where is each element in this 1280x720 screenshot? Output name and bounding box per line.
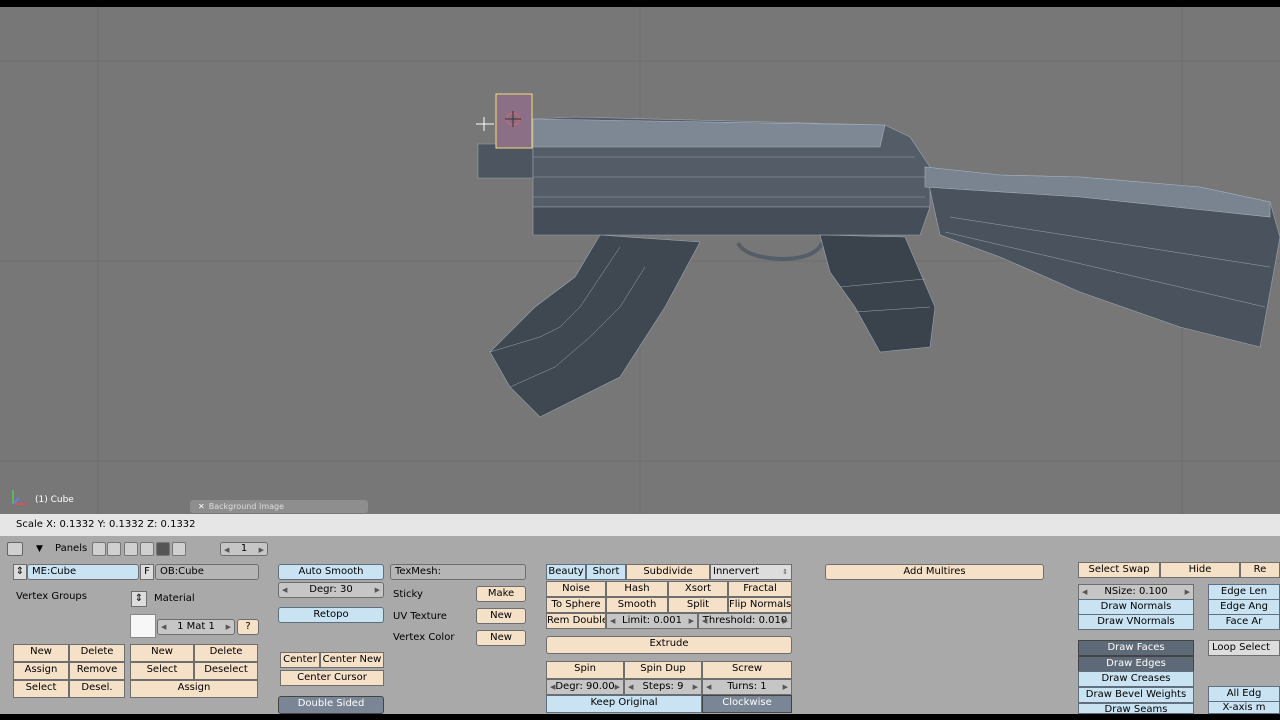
vertex-group-deselect-button[interactable]: Desel. [69,680,125,698]
flip-normals-button[interactable]: Flip Normals [728,597,792,613]
spin-dup-button[interactable]: Spin Dup [624,661,702,679]
object-context-icon[interactable] [140,542,154,556]
draw-faces-toggle[interactable]: Draw Faces [1078,640,1194,656]
center-new-button[interactable]: Center New [320,652,384,668]
mesh-name-field[interactable]: ME:Cube [27,564,139,580]
material-color-swatch[interactable] [130,614,156,638]
uv-texture-label: UV Texture [393,611,447,622]
rem-double-button[interactable]: Rem Double [546,613,606,629]
subdivide-button[interactable]: Subdivide [626,564,710,580]
uv-texture-new-button[interactable]: New [476,608,526,624]
auto-smooth-toggle[interactable]: Auto Smooth [278,564,384,580]
window-type-menu-icon[interactable] [7,542,23,556]
retopo-toggle[interactable]: Retopo [278,607,384,623]
auto-smooth-degree-field[interactable]: ◀ Degr: 30 ▶ [278,582,384,598]
material-help-button[interactable]: ? [237,619,259,635]
vertex-color-label: Vertex Color [393,632,455,643]
background-image-label: Background Image [208,502,285,511]
vertex-group-assign-button[interactable]: Assign [13,662,69,680]
fake-user-button[interactable]: F [140,564,154,580]
rifle-mesh[interactable] [0,7,1280,514]
3d-viewport[interactable]: (1) Cube ✕ Background Image [0,7,1280,514]
material-index-field[interactable]: ◀ 1 Mat 1 ▶ [157,619,235,635]
logic-context-icon[interactable] [92,542,106,556]
material-new-button[interactable]: New [130,644,194,662]
vertex-group-new-button[interactable]: New [13,644,69,662]
beauty-toggle[interactable]: Beauty [546,564,586,580]
innervert-dropdown[interactable]: Innervert ⇕ [710,564,792,580]
loop-select-field[interactable]: Loop Select [1208,640,1280,656]
edge-angles-toggle[interactable]: Edge Ang [1208,599,1280,615]
script-context-icon[interactable] [107,542,121,556]
mesh-browse-icon[interactable]: ⇕ [13,564,27,580]
keep-original-toggle[interactable]: Keep Original [546,695,702,713]
vertex-group-delete-button[interactable]: Delete [69,644,125,662]
frame-counter[interactable]: ◀ 1 ▶ [220,542,268,556]
noise-button[interactable]: Noise [546,581,606,597]
texmesh-field[interactable]: TexMesh: [390,564,526,580]
hide-button[interactable]: Hide [1160,562,1240,578]
vertex-group-browse-icon[interactable]: ⇕ [131,591,147,607]
vertex-group-select-button[interactable]: Select [13,680,69,698]
limit-field[interactable]: ◀ Limit: 0.001 ▶ [606,613,698,629]
close-icon[interactable]: ✕ [198,502,205,511]
spin-steps-field[interactable]: ◀ Steps: 9 ▶ [624,679,702,695]
x-axis-mirror-toggle[interactable]: X-axis m [1208,701,1280,714]
vertex-group-remove-button[interactable]: Remove [69,662,125,680]
spin-degree-field[interactable]: ◀ Degr: 90.00 ▶ [546,679,624,695]
draw-seams-toggle[interactable]: Draw Seams [1078,703,1194,714]
draw-vnormals-toggle[interactable]: Draw VNormals [1078,614,1194,630]
sticky-label: Sticky [393,589,423,600]
material-select-button[interactable]: Select [130,662,194,680]
background-image-tab[interactable]: ✕ Background Image [190,500,368,513]
fractal-button[interactable]: Fractal [728,581,792,597]
clockwise-toggle[interactable]: Clockwise [702,695,792,713]
screw-button[interactable]: Screw [702,661,792,679]
hash-button[interactable]: Hash [606,581,668,597]
material-delete-button[interactable]: Delete [194,644,258,662]
to-sphere-button[interactable]: To Sphere [546,597,606,613]
double-sided-toggle[interactable]: Double Sided [278,696,384,714]
draw-normals-toggle[interactable]: Draw Normals [1078,599,1194,615]
center-cursor-button[interactable]: Center Cursor [280,670,384,686]
center-button[interactable]: Center [280,652,320,668]
face-area-toggle[interactable]: Face Ar [1208,614,1280,630]
scale-readout: Scale X: 0.1332 Y: 0.1332 Z: 0.1332 [16,519,196,530]
axis-gizmo-icon [12,490,27,505]
vertex-color-new-button[interactable]: New [476,630,526,646]
material-deselect-button[interactable]: Deselect [194,662,258,680]
edge-length-toggle[interactable]: Edge Len [1208,584,1280,600]
split-button[interactable]: Split [668,597,728,613]
draw-bevel-weights-toggle[interactable]: Draw Bevel Weights [1078,687,1194,703]
material-assign-button[interactable]: Assign [130,680,258,698]
scene-context-icon[interactable] [172,542,186,556]
screw-turns-field[interactable]: ◀ Turns: 1 ▶ [702,679,792,695]
smooth-button[interactable]: Smooth [606,597,668,613]
draw-edges-toggle[interactable]: Draw Edges [1078,656,1194,672]
scale-status-bar: Scale X: 0.1332 Y: 0.1332 Z: 0.1332 [0,514,1280,536]
sticky-make-button[interactable]: Make [476,586,526,602]
nsize-field[interactable]: ◀ NSize: 0.100 ▶ [1078,584,1194,600]
chevron-down-icon[interactable]: ▼ [36,542,43,556]
reveal-button[interactable]: Re [1240,562,1280,578]
threshold-field[interactable]: ◀ Threshold: 0.010 ▶ [698,613,792,629]
all-edges-toggle[interactable]: All Edg [1208,686,1280,702]
select-swap-button[interactable]: Select Swap [1078,562,1160,578]
panels-label: Panels [55,543,88,554]
material-label: Material [154,593,195,604]
extrude-button[interactable]: Extrude [546,636,792,654]
object-name-field[interactable]: OB:Cube [155,564,259,580]
short-toggle[interactable]: Short [586,564,626,580]
shading-context-icon[interactable] [124,542,138,556]
xsort-button[interactable]: Xsort [668,581,728,597]
spin-button[interactable]: Spin [546,661,624,679]
add-multires-button[interactable]: Add Multires [825,564,1044,580]
vertex-groups-label: Vertex Groups [16,591,87,602]
object-label: (1) Cube [35,495,74,505]
editing-context-icon[interactable] [156,542,170,556]
draw-creases-toggle[interactable]: Draw Creases [1078,671,1194,687]
